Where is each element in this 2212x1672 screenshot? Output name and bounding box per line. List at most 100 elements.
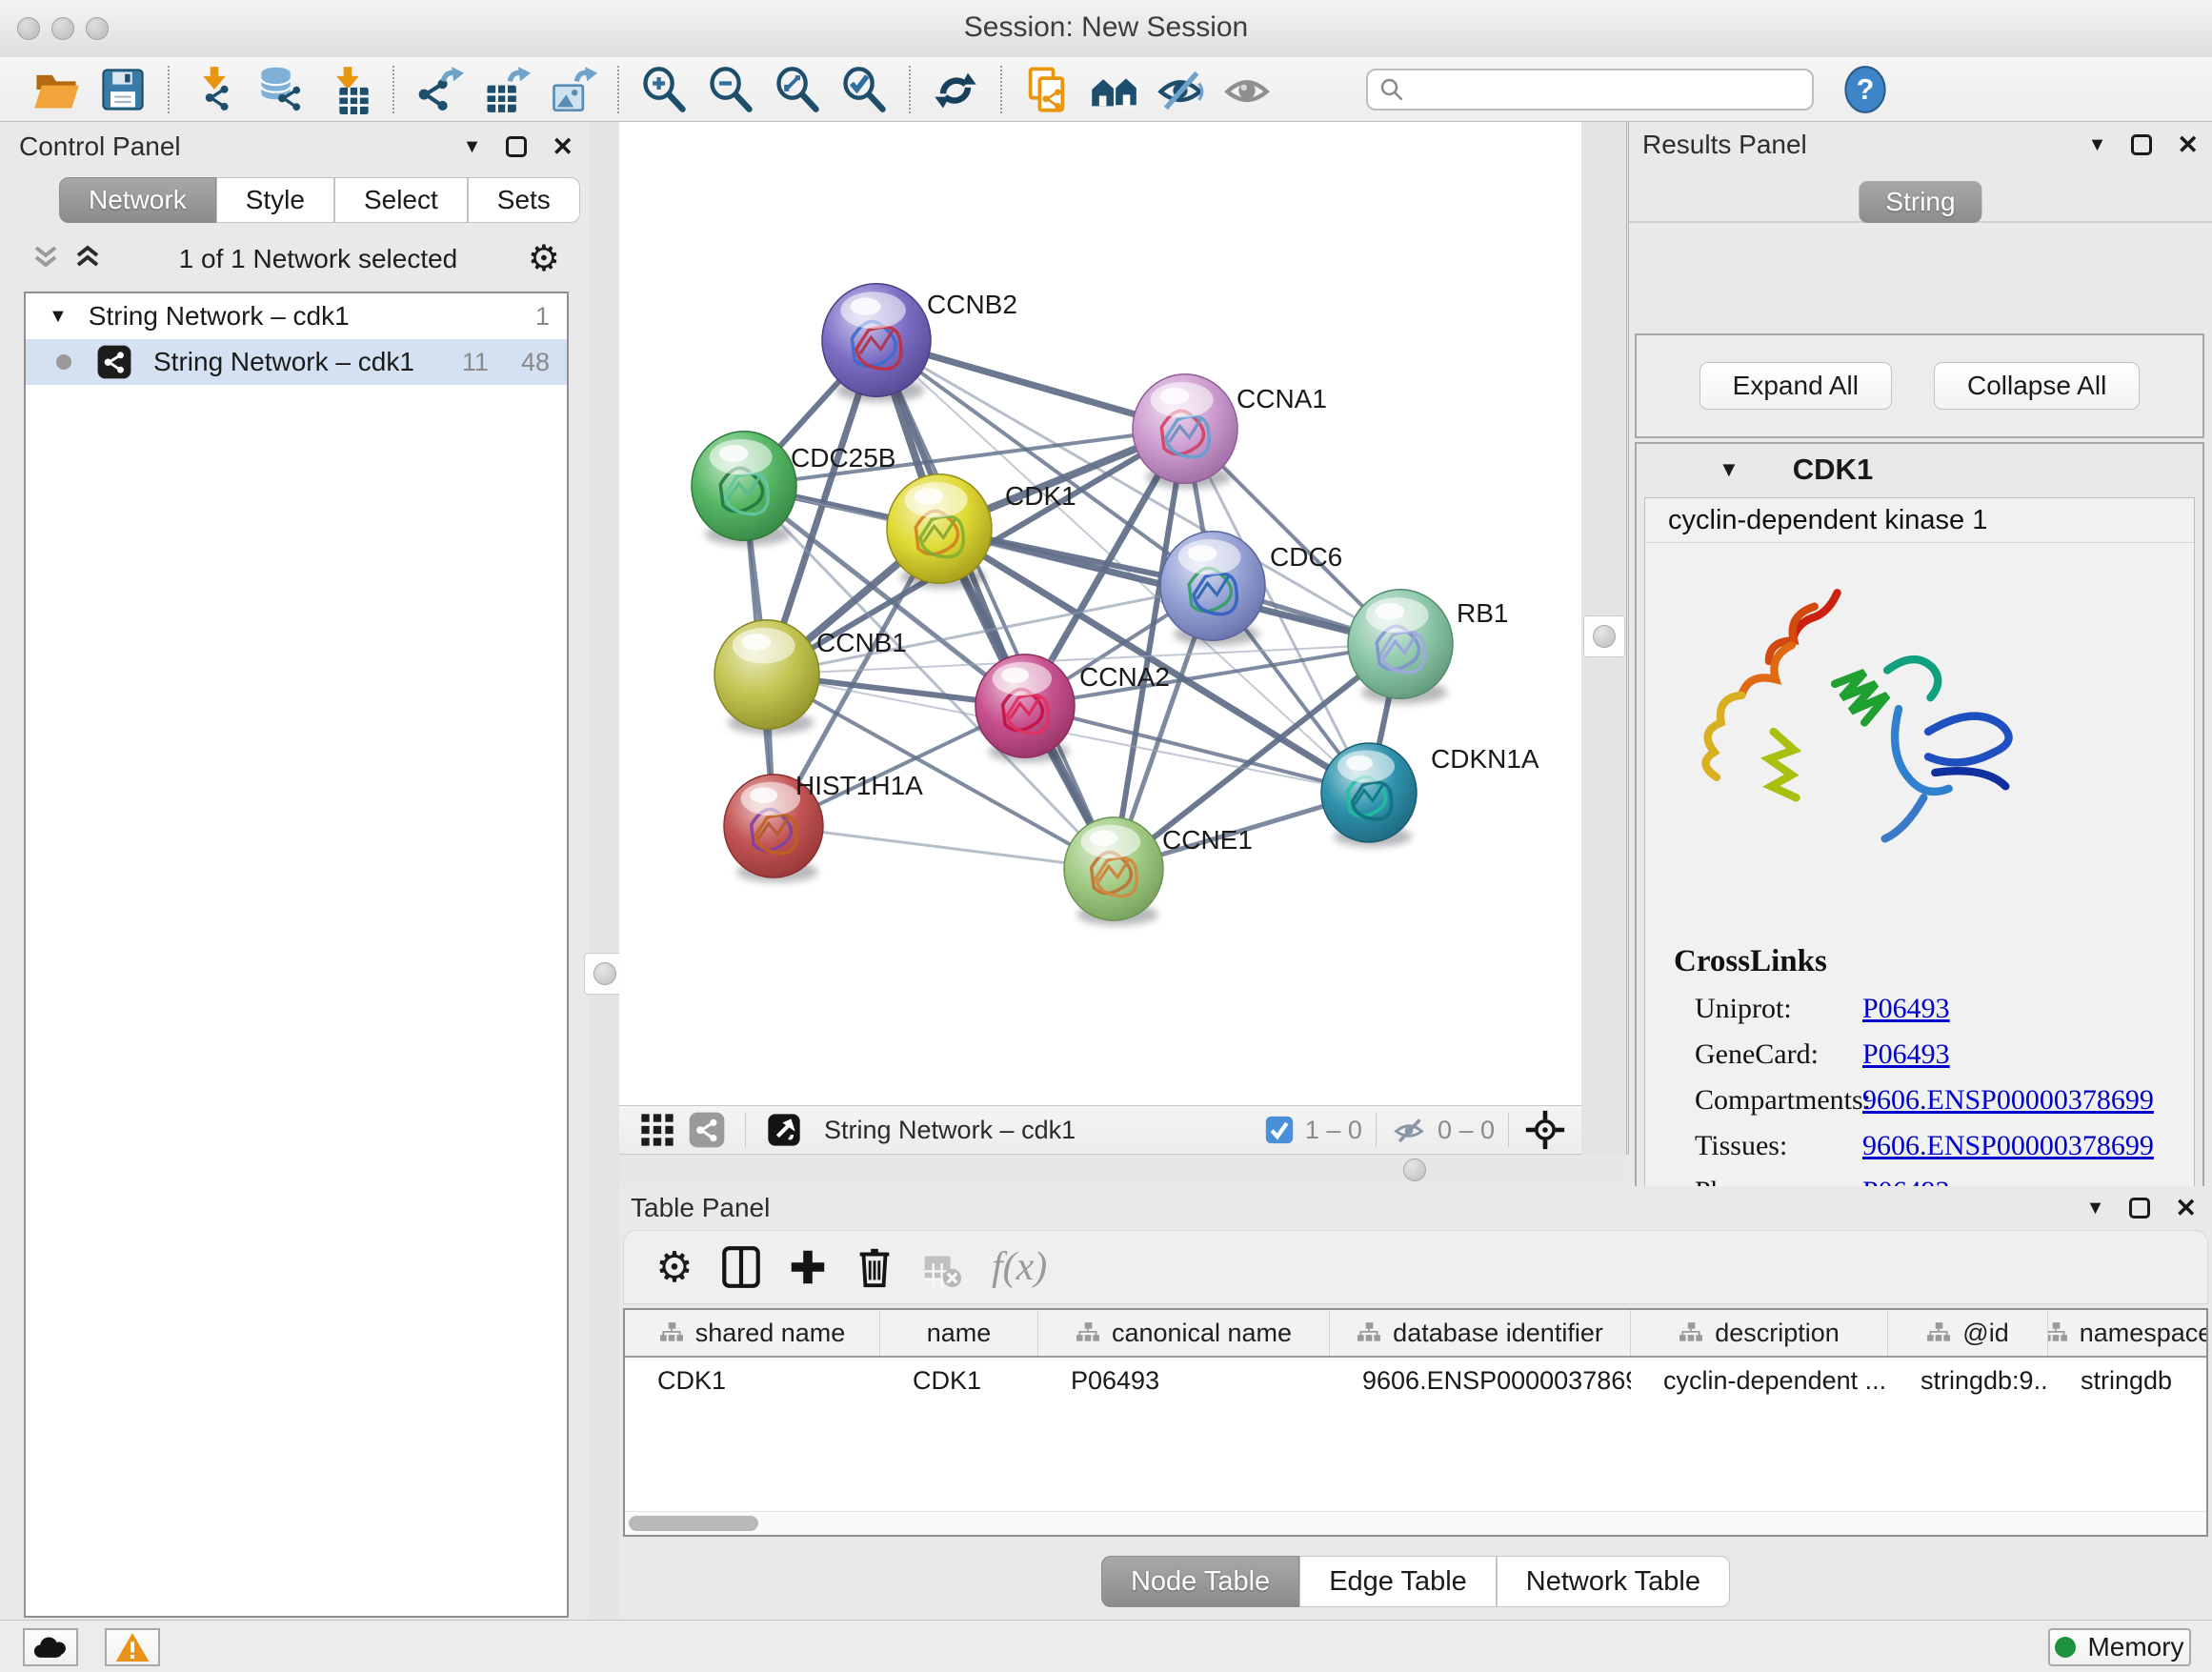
zoom-fit-icon[interactable] [773, 65, 822, 114]
column-header-database-identifier[interactable]: database identifier [1330, 1310, 1631, 1356]
tab-string[interactable]: String [1859, 181, 1981, 223]
table-cell[interactable]: CDK1 [880, 1358, 1038, 1403]
network-row[interactable]: String Network – cdk1 11 48 [26, 339, 567, 385]
network-node-CDKN1A[interactable] [1321, 743, 1417, 847]
table-cell[interactable]: CDK1 [625, 1358, 880, 1403]
table-cell[interactable]: stringdb:9... [1888, 1358, 2048, 1403]
close-panel-icon[interactable]: ✕ [2177, 132, 2199, 158]
function-builder-icon: f(x) [992, 1244, 1047, 1290]
network-collection-list: ▼ String Network – cdk1 1 String Network… [24, 292, 569, 1618]
tab-network[interactable]: Network [59, 177, 216, 223]
save-floppy-icon[interactable] [98, 65, 148, 114]
export-image-icon[interactable] [548, 65, 597, 114]
table-cell[interactable]: stringdb [2048, 1358, 2208, 1403]
left-splitter[interactable] [589, 122, 619, 1620]
network-node-CDC6[interactable] [1160, 532, 1265, 646]
memory-status-dot-icon [2055, 1637, 2076, 1658]
selected-checkbox-icon[interactable] [1263, 1114, 1296, 1146]
import-database-icon[interactable] [256, 65, 306, 114]
network-node-CCNE1[interactable] [1064, 817, 1163, 925]
crosslink-link[interactable]: P06493 [1862, 1038, 1950, 1071]
table-cell[interactable]: cyclin-dependent ... [1631, 1358, 1888, 1403]
table-options-gear-icon[interactable]: ⚙ [649, 1241, 700, 1293]
grid-view-icon[interactable] [638, 1111, 676, 1149]
tab-network-table[interactable]: Network Table [1497, 1556, 1730, 1607]
export-table-icon[interactable] [481, 65, 531, 114]
network-options-gear-icon[interactable]: ⚙ [528, 241, 560, 277]
network-node-RB1[interactable] [1348, 590, 1453, 704]
column-header--id[interactable]: @id [1888, 1310, 2048, 1356]
expand-all-button[interactable]: Expand All [1699, 362, 1892, 410]
detach-view-icon[interactable] [765, 1111, 803, 1149]
close-panel-icon[interactable]: ✕ [2175, 1196, 2197, 1221]
hide-selected-eye-icon[interactable] [1156, 65, 1205, 114]
search-input[interactable] [1366, 69, 1814, 111]
warning-status-button[interactable] [105, 1628, 160, 1666]
edge-CCNA2-CDKN1A[interactable] [1025, 706, 1369, 793]
first-neighbors-icon[interactable] [1089, 65, 1138, 114]
birds-eye-view-icon[interactable] [1524, 1109, 1566, 1151]
import-network-icon[interactable] [190, 65, 239, 114]
show-all-eye-icon[interactable] [1222, 65, 1272, 114]
entry-collapse-icon[interactable]: ▼ [1719, 457, 1739, 482]
tab-edge-table[interactable]: Edge Table [1299, 1556, 1497, 1607]
refresh-layout-icon[interactable] [931, 65, 980, 114]
float-menu-icon[interactable]: ▼ [2086, 1199, 2105, 1218]
right-splitter-handle[interactable] [1583, 615, 1625, 657]
table-cell[interactable]: 9606.ENSP00000378699 [1330, 1358, 1631, 1403]
help-icon[interactable]: ? [1840, 65, 1890, 114]
network-node-CDK1[interactable] [887, 474, 992, 589]
node-table[interactable]: shared namename canonical name database id… [623, 1308, 2208, 1537]
column-label: namespace [2080, 1319, 2208, 1348]
tab-style[interactable]: Style [216, 177, 334, 223]
add-column-icon[interactable] [782, 1241, 834, 1293]
toolbar-separator [1000, 66, 1002, 113]
cloud-status-button[interactable] [23, 1628, 78, 1666]
zoom-out-icon[interactable] [706, 65, 755, 114]
column-header-name[interactable]: name [880, 1310, 1038, 1356]
network-node-CCNA1[interactable] [1133, 374, 1237, 489]
zoom-selected-icon[interactable] [839, 65, 889, 114]
edge-HIST1H1A-CCNE1[interactable] [774, 826, 1114, 869]
string-badge-gray-icon[interactable] [688, 1111, 726, 1149]
zoom-in-icon[interactable] [639, 65, 689, 114]
horizontal-splitter-handle[interactable] [1403, 1158, 1426, 1181]
network-node-CCNA2[interactable] [975, 655, 1075, 762]
crosslink-link[interactable]: 9606.ENSP00000378699 [1862, 1130, 2154, 1162]
collapse-all-networks-icon[interactable] [29, 240, 109, 278]
tab-node-table[interactable]: Node Table [1101, 1556, 1299, 1607]
float-panel-icon[interactable] [506, 136, 527, 157]
export-network-icon[interactable] [414, 65, 464, 114]
right-splitter[interactable] [1581, 122, 1629, 1186]
column-header-canonical-name[interactable]: canonical name [1038, 1310, 1330, 1356]
tab-sets[interactable]: Sets [468, 177, 580, 223]
float-menu-icon[interactable]: ▼ [2088, 135, 2107, 154]
delete-column-icon[interactable] [849, 1241, 900, 1293]
column-header-shared-name[interactable]: shared name [625, 1310, 880, 1356]
network-node-CCNB1[interactable] [714, 620, 819, 735]
table-cell[interactable]: P06493 [1038, 1358, 1330, 1403]
open-folder-icon[interactable] [31, 65, 81, 114]
crosslink-link[interactable]: P06493 [1862, 993, 1950, 1025]
table-horizontal-scrollbar[interactable] [625, 1511, 2206, 1535]
scrollbar-thumb[interactable] [629, 1516, 758, 1531]
import-table-icon[interactable] [323, 65, 372, 114]
table-row[interactable]: CDK1CDK1P064939606.ENSP00000378699cyclin… [625, 1358, 2206, 1403]
network-node-CDC25B[interactable] [692, 432, 796, 546]
network-collection-row[interactable]: ▼ String Network – cdk1 1 [26, 293, 567, 339]
collection-expand-icon[interactable]: ▼ [49, 306, 68, 328]
collapse-all-button[interactable]: Collapse All [1934, 362, 2140, 410]
column-label: canonical name [1112, 1319, 1292, 1348]
duplicate-network-icon[interactable] [1022, 65, 1072, 114]
float-menu-icon[interactable]: ▼ [463, 137, 482, 156]
network-canvas[interactable]: CCNB2 CCNA1 CDC25B CDK1 [619, 122, 1581, 1105]
float-panel-icon[interactable] [2131, 134, 2152, 155]
float-panel-icon[interactable] [2129, 1198, 2150, 1219]
memory-button[interactable]: Memory [2048, 1628, 2191, 1666]
tab-select[interactable]: Select [334, 177, 468, 223]
column-header-namespace[interactable]: namespace [2048, 1310, 2208, 1356]
column-header-description[interactable]: description [1631, 1310, 1888, 1356]
close-panel-icon[interactable]: ✕ [552, 134, 573, 160]
crosslink-link[interactable]: 9606.ENSP00000378699 [1862, 1084, 2154, 1117]
column-selector-icon[interactable] [715, 1241, 767, 1293]
